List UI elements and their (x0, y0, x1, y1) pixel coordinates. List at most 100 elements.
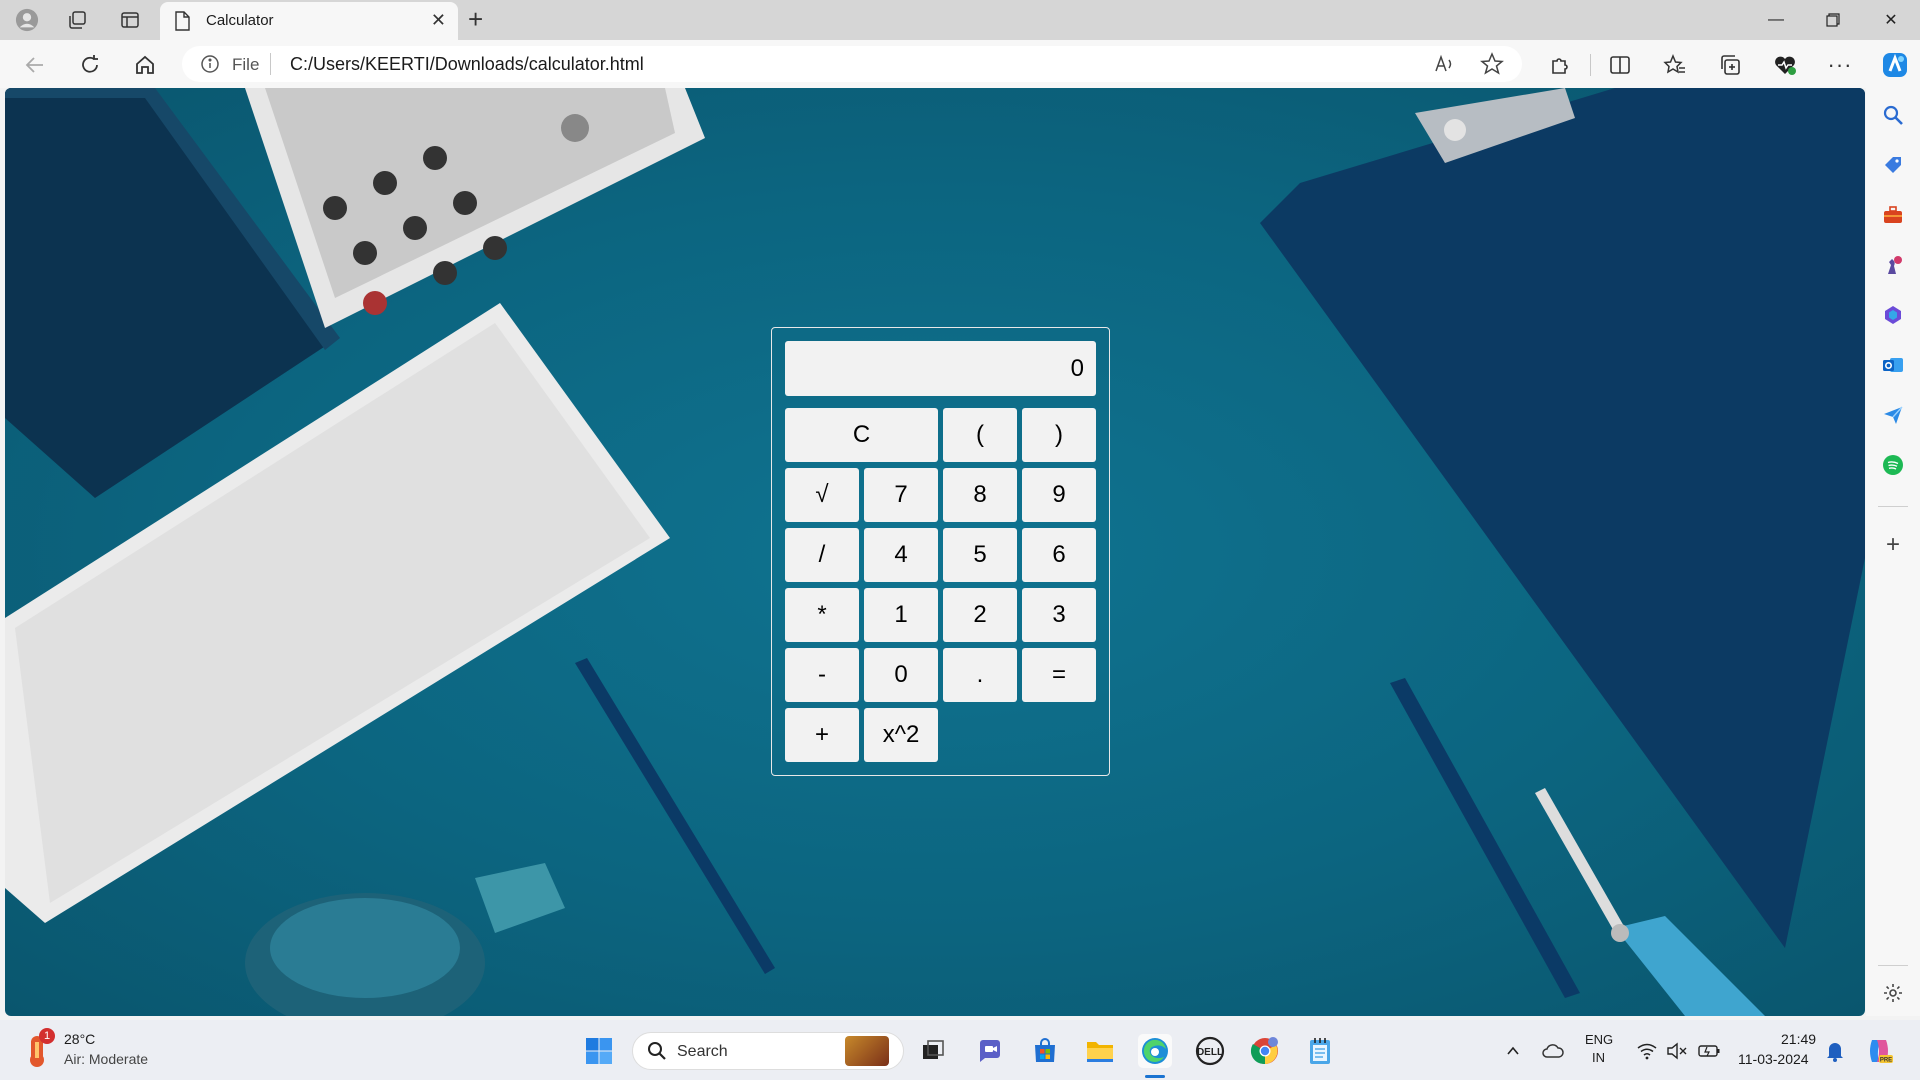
add-button[interactable]: + (785, 708, 859, 762)
home-icon[interactable] (130, 50, 160, 80)
minimize-button[interactable]: — (1753, 6, 1799, 34)
digit-2-button[interactable]: 2 (943, 588, 1017, 642)
digit-0-button[interactable]: 0 (864, 648, 938, 702)
edge-browser-icon[interactable] (1138, 1034, 1172, 1068)
calculator-panel: 0 C ( ) √ 7 8 9 / 4 5 6 * 1 2 3 - 0 . = … (771, 327, 1110, 776)
digit-8-button[interactable]: 8 (943, 468, 1017, 522)
back-icon[interactable] (20, 50, 50, 80)
subtract-button[interactable]: - (785, 648, 859, 702)
search-icon[interactable] (1881, 103, 1905, 127)
digit-3-button[interactable]: 3 (1022, 588, 1096, 642)
active-app-indicator (1145, 1075, 1165, 1078)
favorites-icon[interactable] (1660, 50, 1690, 80)
sidebar-settings-gear-icon[interactable] (1881, 981, 1905, 1005)
url-text[interactable]: C:/Users/KEERTI/Downloads/calculator.htm… (290, 54, 644, 75)
svg-text:PRE: PRE (1880, 1058, 1892, 1064)
show-hidden-icons-icon[interactable] (1496, 1034, 1530, 1068)
toolbar-divider (1590, 54, 1591, 76)
favorite-star-icon[interactable] (1480, 52, 1504, 81)
digit-1-button[interactable]: 1 (864, 588, 938, 642)
weather-badge: 1 (39, 1028, 55, 1044)
games-chess-icon[interactable] (1881, 253, 1905, 277)
taskbar-search-label: Search (677, 1043, 728, 1060)
tab-actions-icon[interactable] (118, 8, 142, 32)
tab-strip: Calculator ✕ + — ✕ (0, 0, 1920, 40)
edge-sidebar: + (1866, 88, 1920, 1016)
volume-muted-icon[interactable] (1660, 1034, 1694, 1068)
collections-icon[interactable] (1715, 50, 1745, 80)
add-sidebar-app-icon[interactable]: + (1881, 531, 1905, 558)
digit-6-button[interactable]: 6 (1022, 528, 1096, 582)
spotify-icon[interactable] (1881, 453, 1905, 477)
weather-widget-icon[interactable]: 1 (22, 1028, 56, 1070)
battery-icon[interactable] (1692, 1034, 1726, 1068)
chrome-browser-icon[interactable] (1248, 1034, 1282, 1068)
profile-avatar-icon[interactable] (15, 8, 39, 32)
windows-start-icon[interactable] (582, 1034, 616, 1068)
copilot-icon[interactable] (1880, 50, 1910, 80)
restore-button[interactable] (1810, 6, 1856, 34)
weather-temperature[interactable]: 28°C (64, 1031, 95, 1047)
divide-button[interactable]: / (785, 528, 859, 582)
outlook-icon[interactable] (1881, 353, 1905, 377)
calculator-display[interactable]: 0 (785, 341, 1096, 396)
tab-calculator[interactable]: Calculator ✕ (160, 2, 458, 40)
language-indicator-line1[interactable]: ENG (1585, 1032, 1613, 1047)
taskbar-search-icon (647, 1041, 667, 1066)
windows-taskbar: 1 28°C Air: Moderate Search DELL ENG IN … (0, 1020, 1920, 1080)
extensions-icon[interactable] (1545, 50, 1575, 80)
sidebar-divider-bottom (1878, 965, 1908, 966)
copilot-taskbar-icon[interactable]: PRE (1862, 1034, 1896, 1068)
close-window-button[interactable]: ✕ (1868, 6, 1914, 34)
notification-bell-icon[interactable] (1818, 1034, 1852, 1068)
wifi-icon[interactable] (1630, 1034, 1664, 1068)
read-aloud-icon[interactable] (1432, 52, 1456, 81)
shopping-tag-icon[interactable] (1881, 153, 1905, 177)
dell-app-icon[interactable]: DELL (1193, 1034, 1227, 1068)
send-drop-icon[interactable] (1881, 403, 1905, 427)
file-explorer-icon[interactable] (1083, 1034, 1117, 1068)
settings-more-icon[interactable]: ··· (1825, 50, 1855, 80)
taskbar-search-box[interactable]: Search (632, 1032, 904, 1070)
digit-9-button[interactable]: 9 (1022, 468, 1096, 522)
teams-chat-icon[interactable] (973, 1034, 1007, 1068)
sidebar-divider (1878, 506, 1908, 507)
digit-5-button[interactable]: 5 (943, 528, 1017, 582)
page-content: 0 C ( ) √ 7 8 9 / 4 5 6 * 1 2 3 - 0 . = … (5, 88, 1865, 1016)
square-button[interactable]: x^2 (864, 708, 938, 762)
page-file-icon (174, 11, 190, 36)
address-divider (270, 53, 271, 75)
new-tab-button[interactable]: + (468, 6, 483, 32)
microsoft-store-icon[interactable] (1028, 1034, 1062, 1068)
search-highlight-image (845, 1036, 889, 1066)
browser-toolbar: File C:/Users/KEERTI/Downloads/calculato… (0, 40, 1920, 88)
multiply-button[interactable]: * (785, 588, 859, 642)
clock-date[interactable]: 11-03-2024 (1738, 1051, 1809, 1067)
language-indicator-line2[interactable]: IN (1592, 1050, 1605, 1065)
browser-essentials-icon[interactable] (1770, 50, 1800, 80)
tab-title: Calculator (206, 12, 274, 29)
close-paren-button[interactable]: ) (1022, 408, 1096, 462)
tools-briefcase-icon[interactable] (1881, 203, 1905, 227)
notepad-icon[interactable] (1303, 1034, 1337, 1068)
sqrt-button[interactable]: √ (785, 468, 859, 522)
refresh-icon[interactable] (75, 50, 105, 80)
clear-button[interactable]: C (785, 408, 938, 462)
equals-button[interactable]: = (1022, 648, 1096, 702)
digit-4-button[interactable]: 4 (864, 528, 938, 582)
svg-text:DELL: DELL (1197, 1047, 1223, 1058)
onedrive-cloud-icon[interactable] (1536, 1034, 1570, 1068)
digit-7-button[interactable]: 7 (864, 468, 938, 522)
microsoft-365-icon[interactable] (1881, 303, 1905, 327)
close-tab-icon[interactable]: ✕ (431, 10, 446, 31)
split-screen-icon[interactable] (1605, 50, 1635, 80)
decimal-button[interactable]: . (943, 648, 1017, 702)
clock-time[interactable]: 21:49 (1781, 1031, 1816, 1047)
open-paren-button[interactable]: ( (943, 408, 1017, 462)
workspaces-icon[interactable] (65, 8, 89, 32)
weather-description[interactable]: Air: Moderate (64, 1051, 148, 1067)
task-view-icon[interactable] (916, 1034, 950, 1068)
site-info-icon[interactable] (200, 54, 220, 79)
address-scheme-label: File (232, 55, 260, 74)
address-bar[interactable]: File C:/Users/KEERTI/Downloads/calculato… (182, 46, 1522, 82)
